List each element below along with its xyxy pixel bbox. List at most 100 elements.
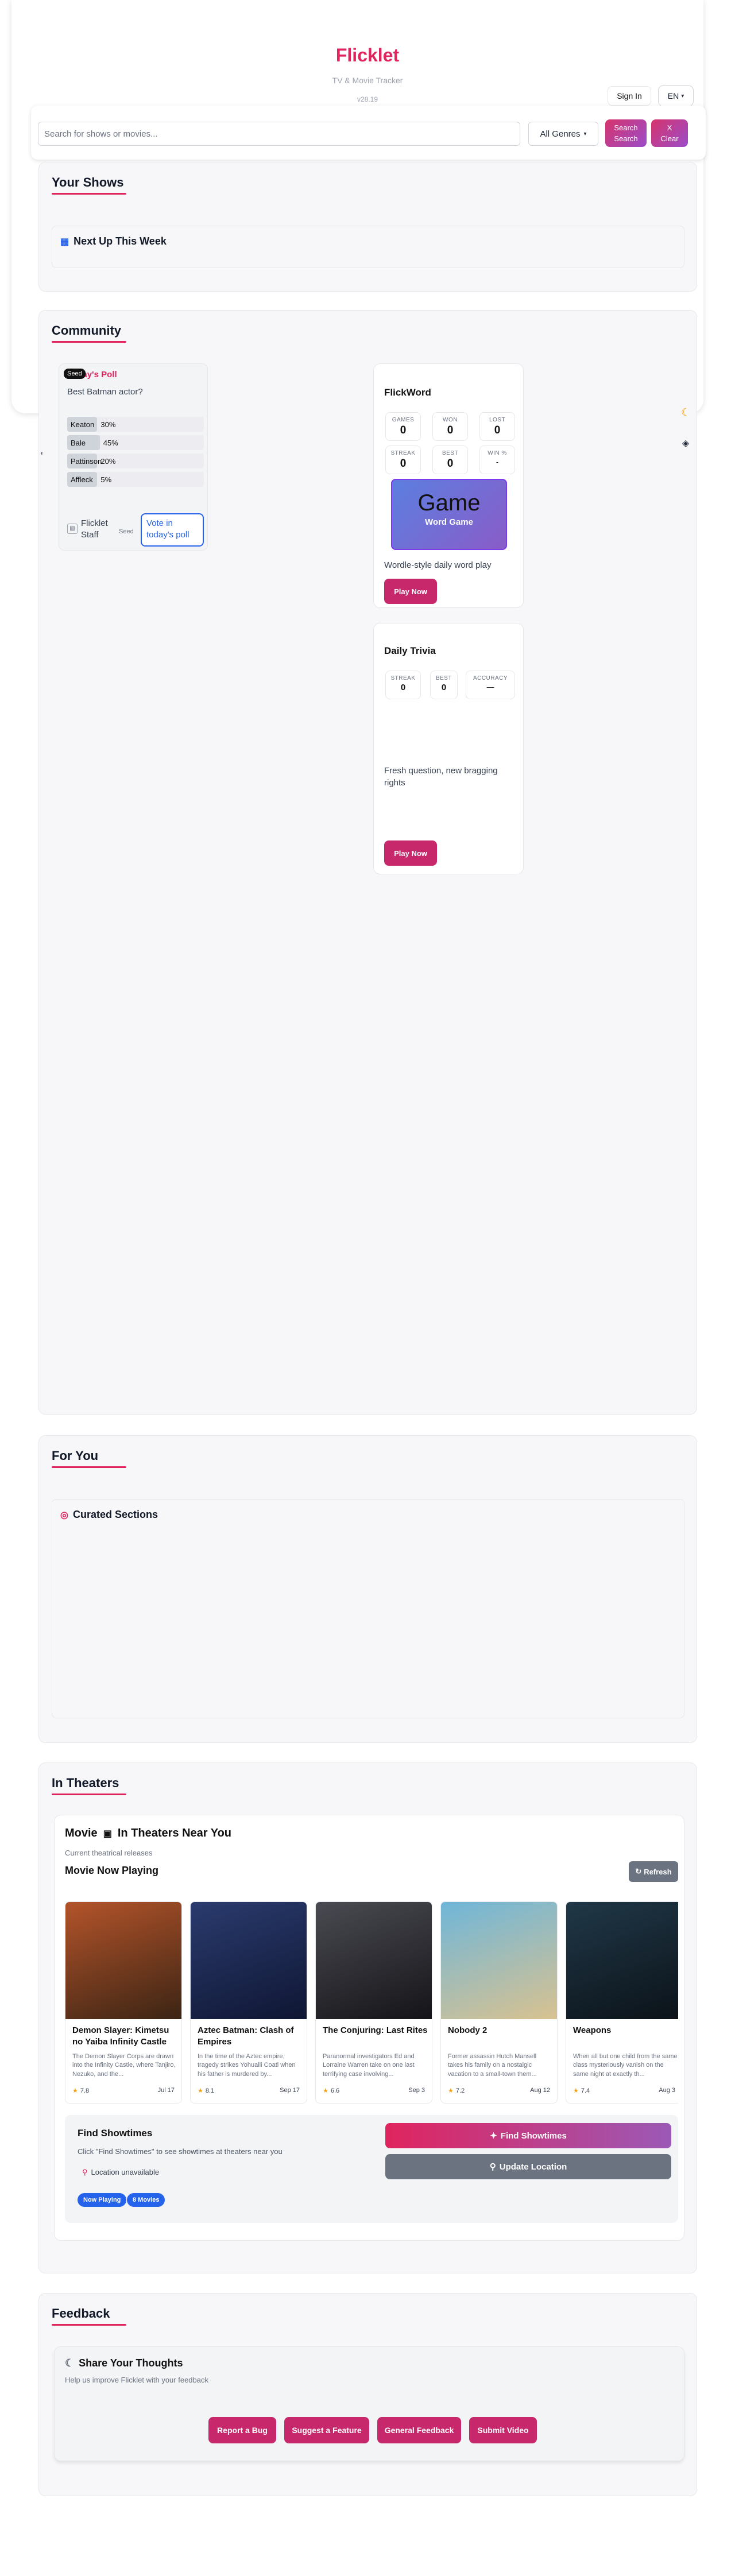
find-showtimes-label: Find Showtimes bbox=[500, 2130, 567, 2141]
poll-option[interactable]: Affleck 5% bbox=[67, 472, 204, 487]
feedback-button[interactable]: Suggest a Feature bbox=[284, 2417, 369, 2443]
poll-option-percent: 20% bbox=[100, 457, 116, 466]
search-input[interactable]: Search for shows or movies... bbox=[38, 122, 520, 146]
seed-badge: Seed bbox=[64, 369, 86, 379]
find-showtimes-button[interactable]: ✦ Find Showtimes bbox=[385, 2123, 671, 2148]
movie-rating: ★ 7.4 bbox=[573, 2087, 590, 2094]
language-select[interactable]: EN ▾ bbox=[658, 85, 694, 107]
stat-value: 0 bbox=[447, 424, 454, 436]
movie-carousel[interactable]: Demon Slayer: Kimetsu no Yaiba Infinity … bbox=[65, 1901, 678, 2104]
flickword-play-button[interactable]: Play Now bbox=[384, 579, 437, 604]
movie-card[interactable]: Nobody 2 Former assassin Hutch Mansell ta… bbox=[440, 1901, 558, 2104]
vote-button[interactable]: Vote in today's poll bbox=[141, 513, 204, 547]
search-button-label: Search bbox=[614, 123, 638, 132]
language-value: EN bbox=[667, 91, 679, 100]
movie-release-date: Jul 17 bbox=[157, 2087, 175, 2094]
movie-rating-value: 6.6 bbox=[330, 2087, 340, 2094]
layers-icon[interactable]: ◈ bbox=[682, 437, 689, 449]
pin-icon: ⚲ bbox=[82, 2168, 88, 2176]
feedback-subtitle: Help us improve Flicklet with your feedb… bbox=[65, 2376, 208, 2384]
trivia-title: Daily Trivia bbox=[384, 645, 436, 656]
stat-value: 0 bbox=[400, 424, 407, 436]
theaters-header: Movie ▣ In Theaters Near You bbox=[65, 1827, 231, 1840]
curated-header: ◎ Curated Sections bbox=[60, 1509, 158, 1521]
stat-label: STREAK bbox=[390, 450, 416, 456]
refresh-icon: ↻ bbox=[635, 1867, 642, 1876]
for-you-title: For You bbox=[52, 1448, 127, 1468]
stat-label: WON bbox=[443, 417, 458, 423]
movie-rating-value: 7.4 bbox=[581, 2087, 590, 2094]
target-icon: ◎ bbox=[60, 1510, 68, 1520]
poll-option[interactable]: Bale 45% bbox=[67, 435, 204, 450]
flickword-title: FlickWord bbox=[384, 387, 431, 398]
sun-icon[interactable]: ◐ bbox=[40, 449, 44, 457]
moon-icon: ☾ bbox=[65, 2357, 75, 2369]
movie-poster[interactable] bbox=[566, 1902, 678, 2019]
movie-title: Weapons bbox=[573, 2025, 612, 2035]
now-playing-title: Movie Now Playing bbox=[65, 1865, 159, 1876]
movie-title: The Conjuring: Last Rites bbox=[323, 2025, 428, 2035]
for-you-section: For You ◎ Curated Sections bbox=[38, 1435, 697, 1743]
movie-poster[interactable] bbox=[441, 1902, 557, 2019]
feedback-button[interactable]: Report a Bug bbox=[208, 2417, 276, 2443]
poll-footer: ▨ Flicklet Staff Seed Vote in today's po… bbox=[67, 513, 204, 548]
next-up-header: ▦ Next Up This Week bbox=[60, 235, 167, 247]
poll-option-name: Bale bbox=[71, 439, 86, 447]
movie-poster[interactable] bbox=[65, 1902, 181, 2019]
search-button[interactable]: Search Search bbox=[605, 119, 647, 147]
your-shows-section: Your Shows ▦ Next Up This Week bbox=[38, 162, 697, 292]
flickword-tile[interactable]: Game Word Game bbox=[391, 479, 507, 550]
update-location-button[interactable]: ⚲ Update Location bbox=[385, 2154, 671, 2179]
community-title: Community bbox=[52, 323, 126, 343]
stat-label: GAMES bbox=[392, 417, 415, 423]
movie-rating-value: 8.1 bbox=[205, 2087, 215, 2094]
feedback-button[interactable]: General Feedback bbox=[377, 2417, 461, 2443]
poll-option-name: Affleck bbox=[71, 475, 93, 484]
star-icon: ★ bbox=[448, 2087, 454, 2094]
clear-button[interactable]: X Clear bbox=[651, 119, 688, 147]
chevron-down-icon: ▾ bbox=[583, 130, 587, 137]
trivia-play-button[interactable]: Play Now bbox=[384, 840, 437, 866]
poll-option[interactable]: Keaton 30% bbox=[67, 417, 204, 432]
update-location-label: Update Location bbox=[499, 2161, 567, 2172]
movie-card[interactable]: Weapons When all but one child from the s… bbox=[566, 1901, 678, 2104]
stat-value: — bbox=[486, 683, 494, 691]
movie-poster[interactable] bbox=[191, 1902, 307, 2019]
sign-in-button[interactable]: Sign In bbox=[608, 86, 651, 106]
star-icon: ★ bbox=[323, 2087, 328, 2094]
flickword-stat: BEST 0 bbox=[432, 446, 468, 474]
feedback-button[interactable]: Submit Video bbox=[469, 2417, 537, 2443]
movie-poster[interactable] bbox=[316, 1902, 432, 2019]
poll-option-percent: 5% bbox=[100, 475, 112, 484]
stat-value: - bbox=[496, 458, 499, 466]
moon-icon[interactable]: ☾ bbox=[681, 406, 690, 419]
poll-option[interactable]: Pattinson 20% bbox=[67, 454, 204, 468]
movie-title: Nobody 2 bbox=[448, 2025, 488, 2035]
feedback-card-title: Share Your Thoughts bbox=[79, 2357, 183, 2369]
movie-description: Former assassin Hutch Mansell takes his … bbox=[448, 2053, 537, 2078]
poll-option-percent: 30% bbox=[100, 420, 116, 429]
next-up-card: ▦ Next Up This Week bbox=[52, 226, 684, 268]
film-icon: ▣ bbox=[103, 1829, 112, 1839]
ticket-icon: ✦ bbox=[490, 2131, 497, 2141]
refresh-button[interactable]: ↻ Refresh bbox=[629, 1861, 678, 1882]
location-text: Location unavailable bbox=[91, 2168, 160, 2176]
now-playing-pill: Now Playing bbox=[78, 2193, 127, 2207]
poll-question: Best Batman actor? bbox=[67, 387, 143, 397]
game-tile-subtext: Word Game bbox=[425, 517, 473, 527]
theaters-subtitle: Current theatrical releases bbox=[65, 1849, 153, 1857]
your-shows-title: Your Shows bbox=[52, 175, 126, 195]
calendar-icon: ▦ bbox=[60, 237, 69, 247]
movie-card[interactable]: The Conjuring: Last Rites Paranormal inve… bbox=[315, 1901, 432, 2104]
movie-rating: ★ 8.1 bbox=[198, 2087, 214, 2094]
movie-card[interactable]: Aztec Batman: Clash of Empires In the tim… bbox=[190, 1901, 307, 2104]
showtimes-desc: Click "Find Showtimes" to see showtimes … bbox=[78, 2147, 283, 2156]
movie-title: Aztec Batman: Clash of Empires bbox=[198, 2025, 294, 2047]
flickword-stat: STREAK 0 bbox=[385, 446, 421, 474]
star-icon: ★ bbox=[573, 2087, 579, 2094]
genre-select[interactable]: All Genres ▾ bbox=[528, 122, 598, 146]
movie-description: Paranormal investigators Ed and Lorraine… bbox=[323, 2053, 415, 2078]
stat-label: BEST bbox=[435, 675, 452, 681]
movie-card[interactable]: Demon Slayer: Kimetsu no Yaiba Infinity … bbox=[65, 1901, 182, 2104]
movie-count-pill: 8 Movies bbox=[127, 2193, 165, 2207]
